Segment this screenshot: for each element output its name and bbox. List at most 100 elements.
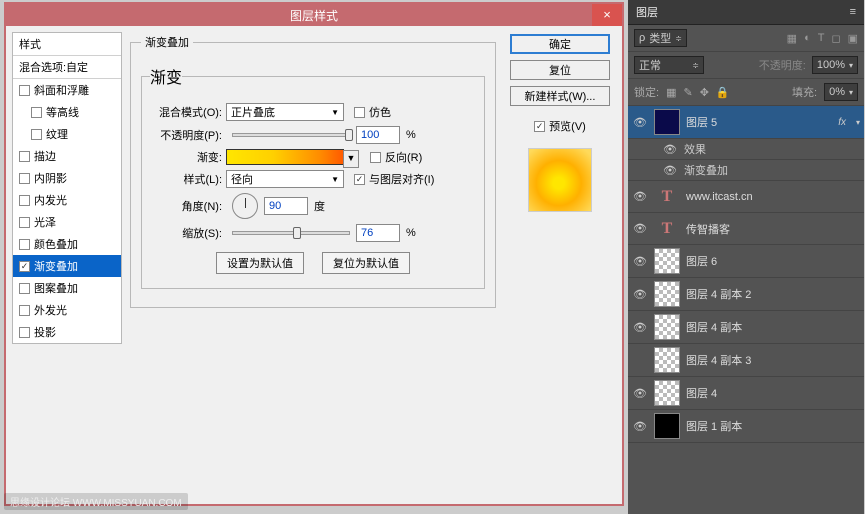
- style-select[interactable]: 径向▼: [226, 170, 344, 188]
- checkbox-contour[interactable]: [31, 107, 42, 118]
- filter-adjust-icon[interactable]: ◐: [804, 32, 811, 45]
- checkbox-drop-shadow[interactable]: [19, 327, 30, 338]
- checkbox-color-overlay[interactable]: [19, 239, 30, 250]
- visibility-icon[interactable]: 👁: [632, 116, 648, 129]
- layer-thumb[interactable]: [654, 380, 680, 406]
- ok-button[interactable]: 确定: [510, 34, 610, 54]
- checkbox-texture[interactable]: [31, 129, 42, 140]
- layer-thumb[interactable]: [654, 314, 680, 340]
- style-color-overlay[interactable]: 颜色叠加: [13, 233, 121, 255]
- opacity-panel-label: 不透明度:: [759, 57, 806, 73]
- style-outer-glow[interactable]: 外发光: [13, 299, 121, 321]
- style-stroke[interactable]: 描边: [13, 145, 121, 167]
- styles-header[interactable]: 样式: [13, 33, 121, 56]
- style-texture[interactable]: 纹理: [13, 123, 121, 145]
- style-pattern-overlay[interactable]: 图案叠加: [13, 277, 121, 299]
- checkbox-satin[interactable]: [19, 217, 30, 228]
- lock-all-icon[interactable]: 🔒: [716, 86, 730, 99]
- layer-thumb[interactable]: [654, 413, 680, 439]
- opacity-slider[interactable]: [232, 133, 350, 137]
- dialog-titlebar[interactable]: 图层样式 ×: [6, 4, 622, 26]
- blend-options-header[interactable]: 混合选项:自定: [13, 56, 121, 79]
- chevron-down-icon[interactable]: ▾: [856, 118, 860, 127]
- filter-kind-select[interactable]: ρ 类型 ≑: [634, 29, 687, 47]
- effect-gradient-overlay[interactable]: 👁 渐变叠加: [628, 160, 864, 181]
- style-bevel[interactable]: 斜面和浮雕: [13, 79, 121, 101]
- checkbox-bevel[interactable]: [19, 85, 30, 96]
- cancel-button[interactable]: 复位: [510, 60, 610, 80]
- opacity-input[interactable]: [356, 126, 400, 144]
- checkbox-inner-glow[interactable]: [19, 195, 30, 206]
- checkbox-outer-glow[interactable]: [19, 305, 30, 316]
- scale-label: 缩放(S):: [150, 225, 226, 241]
- angle-label: 角度(N):: [150, 198, 226, 214]
- visibility-icon[interactable]: 👁: [632, 420, 648, 433]
- filter-type-icon[interactable]: T: [818, 32, 825, 45]
- close-icon[interactable]: ×: [592, 4, 622, 26]
- filter-smart-icon[interactable]: ▣: [848, 32, 858, 45]
- style-contour[interactable]: 等高线: [13, 101, 121, 123]
- layers-panel: 图层 ≡ ρ 类型 ≑ ▦ ◐ T ◻ ▣ 正常≑ 不透明度: 100%▾ 锁定…: [628, 0, 864, 514]
- reverse-checkbox[interactable]: [370, 152, 381, 163]
- layers-tab[interactable]: 图层: [636, 4, 658, 20]
- lock-position-icon[interactable]: ✥: [700, 86, 709, 99]
- effects-header[interactable]: 👁 效果: [628, 139, 864, 160]
- type-layer-icon: T: [654, 220, 680, 238]
- fx-badge[interactable]: fx: [838, 117, 846, 128]
- layer-row[interactable]: 👁 图层 4: [628, 377, 864, 410]
- scale-input[interactable]: [356, 224, 400, 242]
- checkbox-inner-shadow[interactable]: [19, 173, 30, 184]
- reset-default-button[interactable]: 复位为默认值: [322, 252, 410, 274]
- set-default-button[interactable]: 设置为默认值: [216, 252, 304, 274]
- new-style-button[interactable]: 新建样式(W)...: [510, 86, 610, 106]
- visibility-icon[interactable]: 👁: [662, 143, 678, 156]
- style-label: 样式(L):: [150, 171, 226, 187]
- filter-shape-icon[interactable]: ◻: [831, 32, 840, 45]
- checkbox-stroke[interactable]: [19, 151, 30, 162]
- style-inner-shadow[interactable]: 内阴影: [13, 167, 121, 189]
- opacity-panel-value[interactable]: 100%▾: [812, 56, 858, 74]
- layer-row[interactable]: 👁 T www.itcast.cn: [628, 181, 864, 213]
- lock-transparent-icon[interactable]: ▦: [666, 86, 676, 99]
- visibility-icon[interactable]: 👁: [632, 387, 648, 400]
- chevron-down-icon: ▼: [331, 108, 339, 117]
- align-checkbox[interactable]: [354, 174, 365, 185]
- filter-pixel-icon[interactable]: ▦: [787, 32, 797, 45]
- checkbox-pattern-overlay[interactable]: [19, 283, 30, 294]
- checkbox-gradient-overlay[interactable]: [19, 261, 30, 272]
- dither-label: 仿色: [369, 104, 391, 120]
- layer-row[interactable]: 👁 图层 4 副本: [628, 311, 864, 344]
- lock-paint-icon[interactable]: ✎: [683, 86, 692, 99]
- visibility-icon[interactable]: 👁: [662, 164, 678, 177]
- fill-value[interactable]: 0%▾: [824, 83, 858, 101]
- layer-thumb[interactable]: [654, 109, 680, 135]
- scale-slider[interactable]: [232, 231, 350, 235]
- layer-row[interactable]: 👁 T 传智播客: [628, 213, 864, 245]
- layer-row[interactable]: 👁 图层 5 fx ▾: [628, 106, 864, 139]
- layer-row[interactable]: 👁 图层 6: [628, 245, 864, 278]
- visibility-icon[interactable]: 👁: [632, 222, 648, 235]
- visibility-icon[interactable]: 👁: [632, 321, 648, 334]
- style-gradient-overlay[interactable]: 渐变叠加: [13, 255, 121, 277]
- blend-mode-select[interactable]: 正片叠底▼: [226, 103, 344, 121]
- visibility-icon[interactable]: 👁: [632, 288, 648, 301]
- fill-label: 填充:: [792, 84, 817, 100]
- gradient-preview[interactable]: [226, 149, 344, 165]
- style-satin[interactable]: 光泽: [13, 211, 121, 233]
- style-inner-glow[interactable]: 内发光: [13, 189, 121, 211]
- blend-mode-select[interactable]: 正常≑: [634, 56, 704, 74]
- preview-checkbox[interactable]: [534, 121, 545, 132]
- layer-thumb[interactable]: [654, 248, 680, 274]
- layer-thumb[interactable]: [654, 347, 680, 373]
- panel-menu-icon[interactable]: ≡: [850, 6, 856, 18]
- layer-row[interactable]: 👁 图层 4 副本 3: [628, 344, 864, 377]
- angle-dial[interactable]: [232, 193, 258, 219]
- angle-input[interactable]: [264, 197, 308, 215]
- layer-row[interactable]: 👁 图层 4 副本 2: [628, 278, 864, 311]
- layer-row[interactable]: 👁 图层 1 副本: [628, 410, 864, 443]
- layer-thumb[interactable]: [654, 281, 680, 307]
- dither-checkbox[interactable]: [354, 107, 365, 118]
- visibility-icon[interactable]: 👁: [632, 255, 648, 268]
- style-drop-shadow[interactable]: 投影: [13, 321, 121, 343]
- visibility-icon[interactable]: 👁: [632, 190, 648, 203]
